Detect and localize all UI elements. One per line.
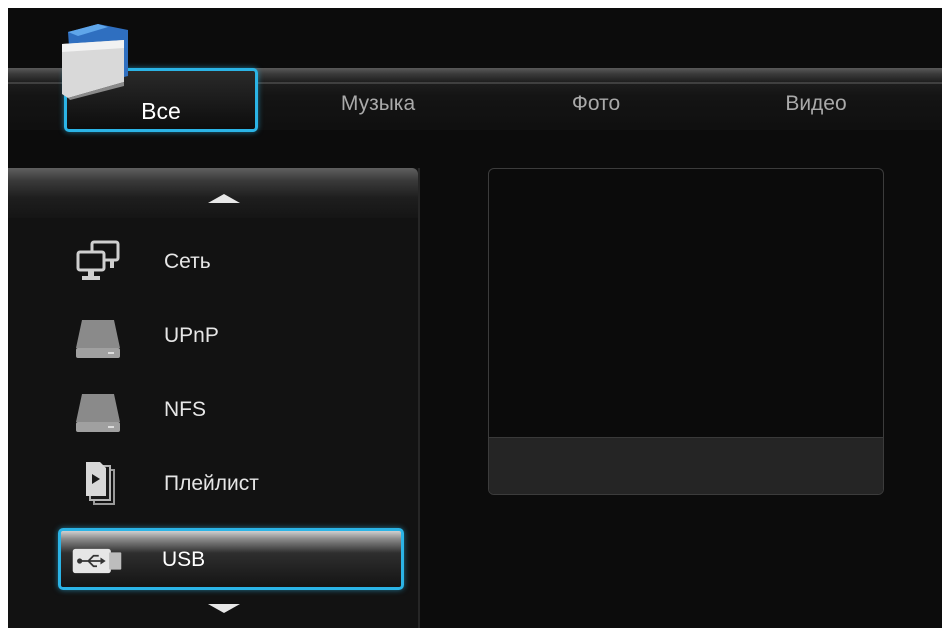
drive-icon xyxy=(76,320,120,358)
drive-icon xyxy=(76,394,120,432)
preview-panel xyxy=(488,168,884,495)
list-item-label: Сеть xyxy=(164,250,211,273)
list-item-playlist[interactable]: Плейлист xyxy=(58,452,404,514)
scroll-down-arrow-icon[interactable] xyxy=(208,604,240,613)
scroll-up-arrow-icon[interactable] xyxy=(208,194,240,203)
list-header xyxy=(8,168,418,218)
source-list-panel: Сеть UPnP NFS Плейлист USB xyxy=(8,168,418,628)
list-item-label: UPnP xyxy=(164,324,219,347)
tab-music[interactable]: Музыка xyxy=(308,92,448,116)
folder-logo-icon xyxy=(62,24,128,100)
list-item-label: Плейлист xyxy=(164,472,259,495)
list-item-label: USB xyxy=(162,548,206,571)
tab-video[interactable]: Видео xyxy=(746,92,886,116)
list-item-label: NFS xyxy=(164,398,206,421)
list-item-usb[interactable]: USB xyxy=(58,528,404,590)
usb-drive-icon xyxy=(72,548,122,574)
list-item-nfs[interactable]: NFS xyxy=(58,378,404,440)
panel-divider xyxy=(418,168,420,628)
tab-photo[interactable]: Фото xyxy=(526,92,666,116)
list-item-upnp[interactable]: UPnP xyxy=(58,304,404,366)
preview-info-bar xyxy=(489,437,883,494)
network-computers-icon xyxy=(76,240,120,280)
list-item-network[interactable]: Сеть xyxy=(58,230,404,292)
playlist-icon xyxy=(86,462,115,505)
media-browser-screen: Все Музыка Фото Видео Сеть UPnP NFS Плей… xyxy=(8,8,942,628)
